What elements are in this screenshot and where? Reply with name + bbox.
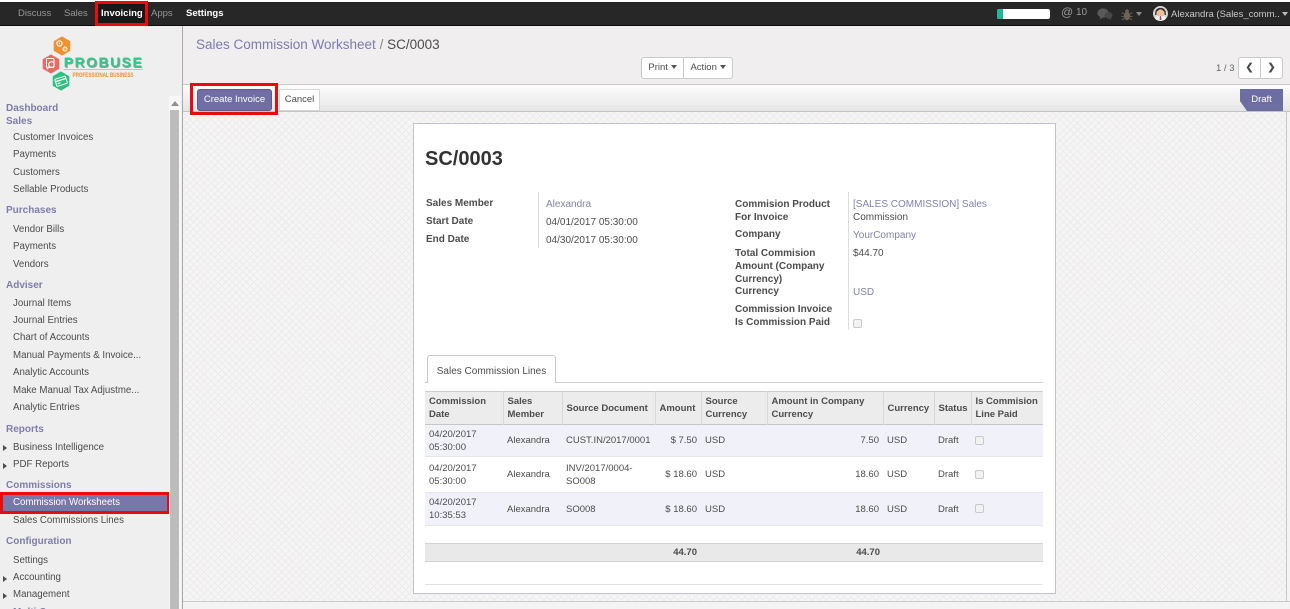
svg-text:PROFESSIONAL BUSINESS: PROFESSIONAL BUSINESS bbox=[73, 73, 134, 79]
svg-text:PROBUSE: PROBUSE bbox=[64, 54, 142, 70]
